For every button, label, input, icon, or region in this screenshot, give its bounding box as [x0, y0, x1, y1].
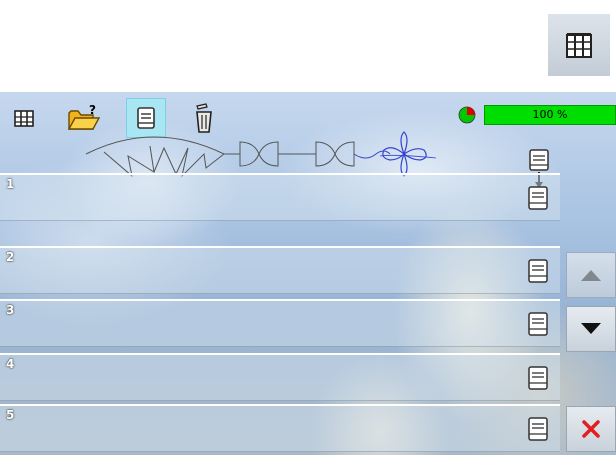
memory-slot-1[interactable]: 1 [0, 173, 560, 221]
slot-number: 2 [6, 250, 15, 264]
save-icon[interactable] [526, 258, 550, 284]
arrow-up-icon [581, 270, 601, 281]
slot-number: 4 [6, 357, 15, 371]
library-tool-button[interactable] [4, 98, 44, 138]
slot-number: 3 [6, 303, 15, 317]
save-icon[interactable] [526, 185, 550, 211]
progress-label: 100 % [532, 108, 568, 121]
delete-button[interactable] [566, 406, 616, 452]
memory-slot-4[interactable]: 4 [0, 353, 560, 401]
memory-progress-bar: 100 % [484, 105, 616, 125]
scroll-up-button[interactable] [566, 252, 616, 298]
memory-screen: ? 100 % 1 2 3 4 5 [0, 92, 616, 455]
slot-number: 1 [6, 177, 15, 191]
memory-slot-2[interactable]: 2 [0, 246, 560, 294]
save-icon[interactable] [526, 311, 550, 337]
library-button[interactable] [548, 14, 610, 76]
scroll-down-button[interactable] [566, 306, 616, 352]
close-icon [582, 420, 600, 438]
library-icon [14, 110, 34, 127]
memory-slot-3[interactable]: 3 [0, 299, 560, 347]
svg-text:?: ? [89, 103, 96, 117]
slot-number: 5 [6, 408, 15, 422]
library-icon [566, 33, 592, 58]
arrow-down-icon [581, 323, 601, 334]
memory-pie-icon [458, 106, 476, 124]
save-icon[interactable] [526, 416, 550, 442]
memory-slot-5[interactable]: 5 [0, 404, 560, 452]
save-icon[interactable] [526, 365, 550, 391]
